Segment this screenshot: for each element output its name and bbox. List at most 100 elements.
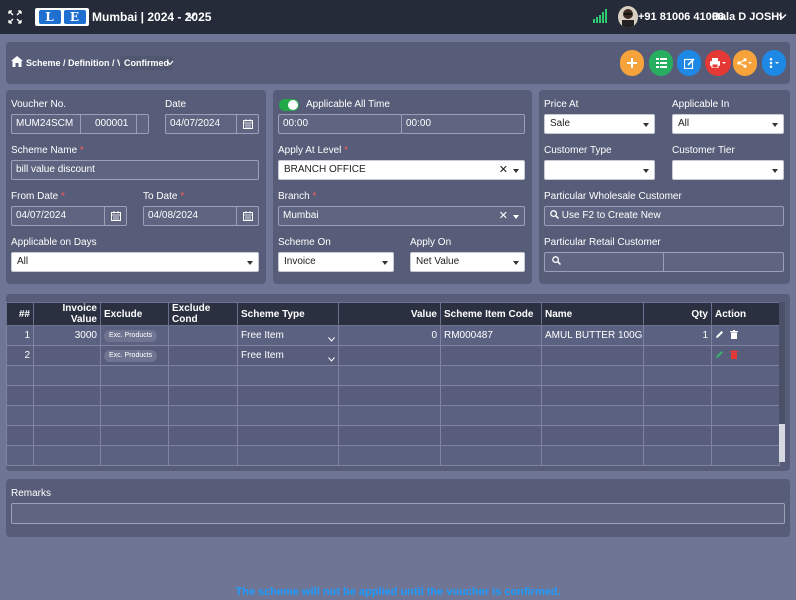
qty-cell[interactable] — [643, 345, 712, 366]
pencil-icon[interactable] — [715, 350, 724, 359]
wholesale-customer-input[interactable]: Use F2 to Create New — [544, 206, 784, 226]
caret-down-icon — [772, 123, 778, 127]
retail-customer-input[interactable] — [544, 252, 784, 272]
price-at-value: Sale — [550, 118, 571, 129]
row-number: 1 — [6, 325, 34, 346]
chevron-down-icon[interactable] — [778, 13, 787, 20]
print-button[interactable] — [705, 50, 731, 76]
clear-icon[interactable]: ✕ — [499, 207, 508, 225]
applicable-in-label: Applicable In — [672, 99, 730, 110]
search-icon — [552, 256, 562, 266]
share-icon — [737, 58, 752, 68]
table-row[interactable] — [6, 365, 780, 386]
applicable-days-select[interactable]: All — [11, 252, 259, 272]
branch-select[interactable]: Mumbai ✕ — [278, 206, 525, 226]
customer-tier-label: Customer Tier — [672, 145, 735, 156]
add-button[interactable] — [620, 50, 644, 76]
action-cell — [711, 345, 780, 366]
table-row[interactable]: 1 3000 Exc. Products Free Item 0 RM00048… — [6, 325, 780, 346]
apply-on-label: Apply On — [410, 237, 452, 248]
scheme-type-value: Free Item — [241, 349, 284, 361]
caret-down-icon — [643, 123, 649, 127]
caret-down-icon — [772, 169, 778, 173]
logo-letter: E — [63, 10, 86, 24]
calendar-icon[interactable] — [236, 207, 258, 225]
exclude-cond-cell[interactable] — [168, 345, 238, 366]
price-at-select[interactable]: Sale — [544, 114, 655, 134]
logo-letter: L — [38, 10, 61, 24]
table-row[interactable] — [6, 425, 780, 446]
calendar-icon[interactable] — [236, 115, 258, 133]
calendar-icon[interactable] — [104, 207, 126, 225]
value-cell[interactable] — [338, 345, 441, 366]
scheme-name-input[interactable]: bill value discount — [11, 160, 259, 180]
apply-level-value: BRANCH OFFICE — [284, 164, 366, 175]
chevron-down-icon[interactable] — [186, 12, 196, 20]
applicability-panel: Applicable All Time 00:00 00:00 Apply At… — [273, 90, 532, 284]
applicable-in-select[interactable]: All — [672, 114, 784, 134]
date-field[interactable]: 04/07/2024 — [165, 114, 259, 134]
from-date-field[interactable]: 04/07/2024 — [11, 206, 127, 226]
scheme-type-cell[interactable]: Free Item — [237, 345, 339, 366]
apply-on-select[interactable]: Net Value — [410, 252, 525, 272]
to-date-label: To Date * — [143, 191, 185, 202]
clear-icon[interactable]: ✕ — [499, 161, 508, 179]
to-date-field[interactable]: 04/08/2024 — [143, 206, 259, 226]
voucher-panel: Voucher No. MUM24SCM 000001 Date 04/07/2… — [6, 90, 266, 284]
chevron-down-icon[interactable] — [166, 60, 174, 66]
time-from-input[interactable]: 00:00 — [278, 114, 402, 134]
applicable-all-time-toggle[interactable] — [279, 99, 299, 111]
scheme-items-table: ## Invoice Value Exclude Exclude Cond Sc… — [6, 302, 780, 466]
retail-customer-label: Particular Retail Customer — [544, 237, 661, 248]
value-cell[interactable]: 0 — [338, 325, 441, 346]
table-row[interactable] — [6, 445, 780, 466]
apply-level-select[interactable]: BRANCH OFFICE ✕ — [278, 160, 525, 180]
exclude-cell: Exc. Products — [100, 325, 169, 346]
plus-icon — [627, 58, 637, 68]
invoice-value-cell[interactable] — [33, 345, 101, 366]
table-row[interactable]: 2 Exc. Products Free Item — [6, 345, 780, 366]
customer-type-select[interactable] — [544, 160, 655, 180]
item-code-cell[interactable] — [440, 345, 542, 366]
expand-icon[interactable] — [8, 10, 22, 24]
exclude-products-button[interactable]: Exc. Products — [104, 330, 158, 342]
column-header: Name — [541, 302, 644, 326]
scheme-type-cell[interactable]: Free Item — [237, 325, 339, 346]
exclude-products-button[interactable]: Exc. Products — [104, 350, 158, 362]
more-button[interactable] — [762, 50, 786, 76]
applicable-days-value: All — [17, 256, 29, 267]
table-row[interactable] — [6, 405, 780, 426]
item-name-cell — [541, 345, 644, 366]
scheme-on-select[interactable]: Invoice — [278, 252, 394, 272]
time-to-input[interactable]: 00:00 — [401, 114, 525, 134]
caret-down-icon — [513, 169, 519, 173]
voucher-number-field[interactable]: MUM24SCM 000001 — [11, 114, 149, 134]
list-button[interactable] — [649, 50, 673, 76]
grid-scrollbar-thumb[interactable] — [779, 424, 785, 462]
exclude-cond-cell[interactable] — [168, 325, 238, 346]
customer-tier-select[interactable] — [672, 160, 784, 180]
caret-down-icon — [513, 215, 519, 219]
chevron-down-icon[interactable] — [328, 356, 335, 362]
trash-icon[interactable] — [729, 329, 738, 339]
table-row[interactable] — [6, 385, 780, 406]
column-header: Exclude — [100, 302, 169, 326]
support-avatar[interactable] — [618, 6, 638, 28]
column-header: Scheme Type — [237, 302, 339, 326]
user-menu[interactable]: Bala D JOSHI — [712, 11, 782, 23]
qty-cell[interactable]: 1 — [643, 325, 712, 346]
caret-down-icon — [513, 261, 519, 265]
voucher-prefix: MUM24SCM — [16, 118, 74, 129]
remarks-input[interactable] — [11, 503, 785, 524]
wholesale-customer-label: Particular Wholesale Customer — [544, 191, 682, 202]
item-code-cell[interactable]: RM000487 — [440, 325, 542, 346]
column-header: ## — [6, 302, 34, 326]
home-icon[interactable] — [11, 56, 23, 67]
exclude-cell: Exc. Products — [100, 345, 169, 366]
chevron-down-icon[interactable] — [328, 336, 335, 342]
pencil-icon[interactable] — [715, 330, 724, 339]
trash-icon[interactable] — [729, 349, 738, 359]
invoice-value-cell[interactable]: 3000 — [33, 325, 101, 346]
edit-button[interactable] — [677, 50, 701, 76]
share-button[interactable] — [733, 50, 757, 76]
